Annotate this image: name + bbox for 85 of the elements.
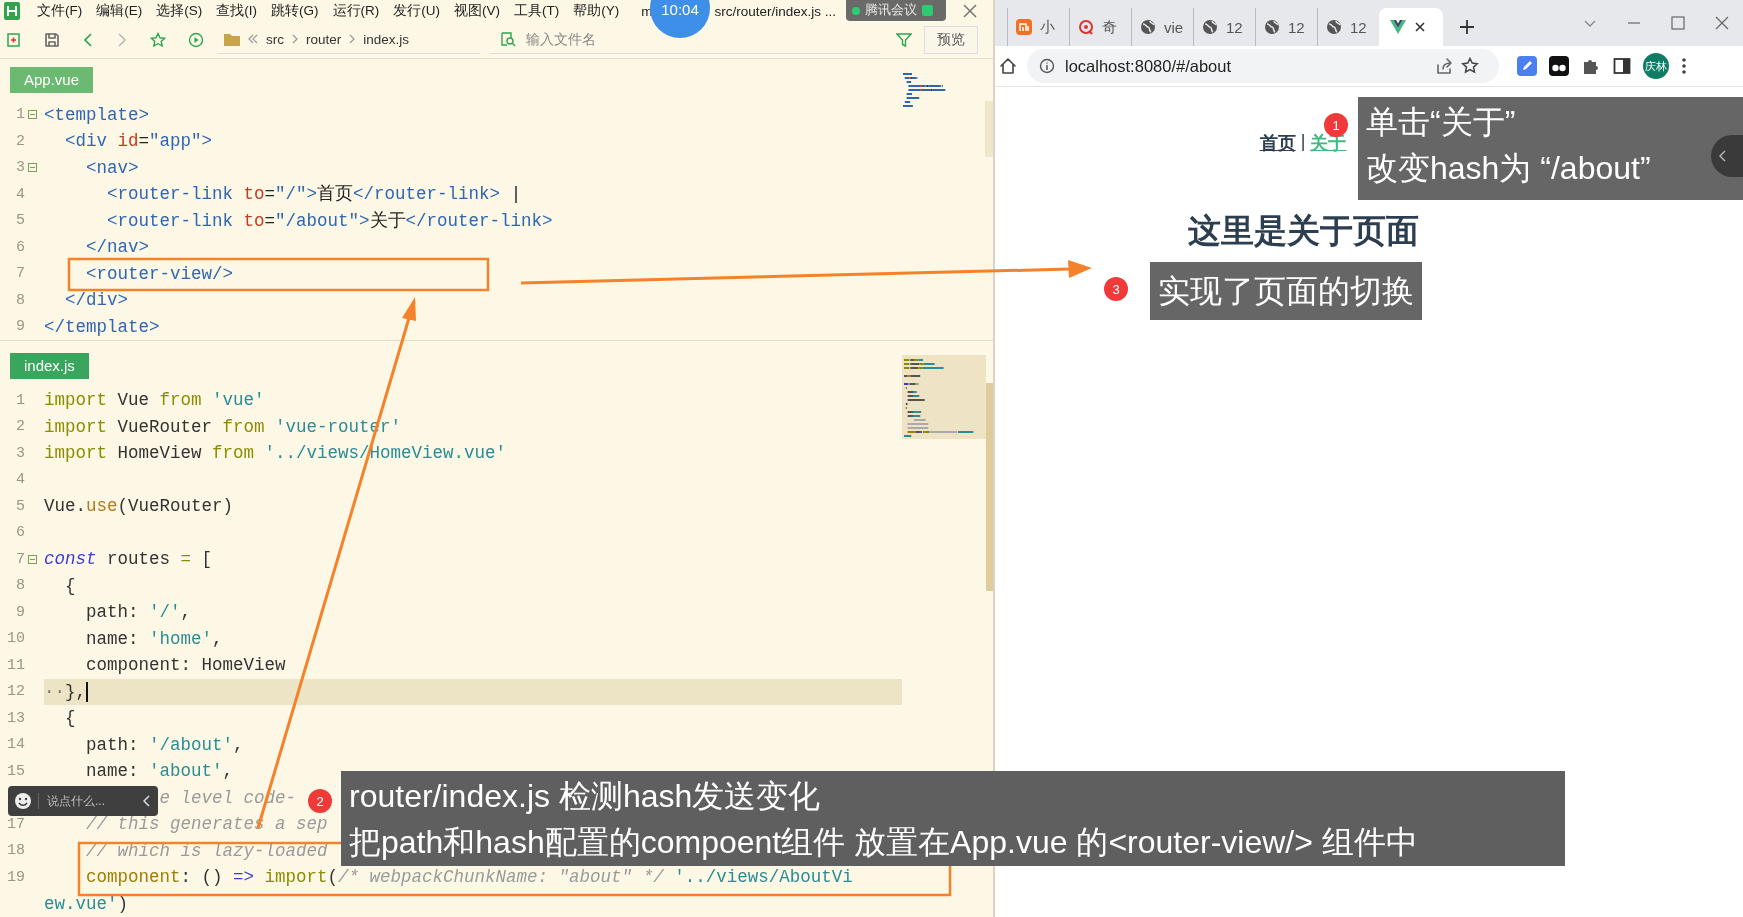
menu-item[interactable]: 编辑(E): [96, 2, 143, 21]
line-number: 7: [15, 550, 25, 568]
code-line: component: () => import(/* webpackChunkName: "about" */ '../views/AboutVi: [86, 866, 853, 889]
code-line: ew.vue'): [44, 892, 129, 916]
menu-item[interactable]: 查找(I): [216, 2, 257, 21]
line-number: 2: [15, 418, 25, 436]
line-number: 9: [15, 603, 25, 621]
address-bar[interactable]: localhost:8080/#/about: [1027, 49, 1499, 83]
profile-avatar[interactable]: 庆林: [1643, 53, 1669, 79]
line-number: 10: [6, 630, 25, 648]
breadcrumb-item[interactable]: router: [306, 31, 342, 47]
caption-text: 单击“关于”: [1366, 103, 1516, 142]
caption-text: 改变hash为 “/about”: [1366, 149, 1651, 188]
menu-item[interactable]: 选择(S): [156, 2, 203, 21]
menu-item[interactable]: 工具(T): [514, 2, 560, 21]
line-number: 3: [15, 444, 25, 462]
step-badge: 3: [1104, 277, 1128, 301]
code-line: <router-link to="/">首页</router-link> |: [107, 183, 522, 206]
nav-separator: |: [1300, 131, 1306, 153]
menu-item[interactable]: 发行(U): [393, 2, 440, 21]
nav-link[interactable]: 首页: [1259, 131, 1296, 155]
chat-bar[interactable]: 说点什么...: [8, 786, 158, 816]
code-line: {: [65, 707, 76, 730]
menu-item[interactable]: 跳转(G): [271, 2, 319, 21]
browser-tab[interactable]: 小: [1007, 8, 1069, 46]
caption-text: 实现了页面的切换: [1158, 272, 1414, 311]
breadcrumb-item[interactable]: index.js: [363, 31, 410, 47]
line-number: 19: [6, 868, 25, 886]
code-line: path: '/about',: [86, 733, 244, 757]
menu-item[interactable]: 运行(R): [332, 2, 380, 21]
line-number: 1: [15, 391, 25, 409]
line-number: 1: [15, 106, 25, 124]
code-line: name: 'about',: [86, 760, 234, 783]
code-line: name: 'home',: [86, 627, 223, 651]
line-number: 14: [6, 736, 25, 754]
code-line: </template>: [44, 315, 160, 339]
line-number: 4: [15, 185, 25, 203]
chat-input[interactable]: 说点什么...: [38, 793, 137, 809]
browser-tab[interactable]: 12: [1255, 8, 1317, 46]
line-number: 9: [15, 318, 25, 336]
code-line: </nav>: [86, 236, 149, 259]
menu-item[interactable]: 文件(F): [37, 2, 83, 21]
page-heading: 这里是关于页面: [1187, 211, 1419, 251]
code-line: </div>: [65, 289, 128, 312]
line-number: 2: [15, 132, 25, 150]
line-number: 18: [6, 842, 25, 860]
code-line: {: [65, 574, 76, 598]
meeting-bar[interactable]: 腾讯会议: [846, 0, 946, 21]
line-number: 8: [15, 291, 25, 309]
code-line: component: HomeView: [86, 654, 286, 677]
line-number: 5: [15, 497, 25, 515]
code-line: <router-view/>: [86, 262, 234, 286]
code-line: // this generates a sep: [86, 813, 328, 836]
line-number: 13: [6, 709, 25, 727]
code-line: path: '/',: [86, 601, 192, 624]
breadcrumb-item[interactable]: src: [266, 31, 284, 47]
code-line: <router-link to="/about">关于</router-link>: [107, 209, 553, 233]
preview-button[interactable]: 预览: [924, 25, 978, 54]
line-number: 3: [15, 159, 25, 177]
caption-text: router/index.js 检测hash发送变化: [349, 777, 821, 816]
code-line: <div id="app">: [65, 130, 213, 153]
code-line: <template>: [44, 103, 150, 127]
line-number: 12: [6, 683, 25, 701]
line-number: 15: [6, 762, 25, 780]
url-input[interactable]: localhost:8080/#/about: [1063, 55, 1427, 77]
line-number: 5: [15, 212, 25, 230]
menu-item[interactable]: 帮助(Y): [573, 2, 620, 21]
line-number: 7: [15, 265, 25, 283]
code-line: Vue.use(VueRouter): [44, 495, 234, 518]
line-number: 6: [15, 524, 25, 542]
file-path: src/router/index.js ...: [714, 3, 837, 19]
code-line: const routes = [: [44, 548, 213, 571]
menu-item[interactable]: 视图(V): [454, 2, 500, 21]
code-line: import Vue from 'vue': [44, 389, 265, 412]
code-line: <nav>: [86, 156, 139, 180]
line-number: 6: [15, 238, 25, 256]
browser-tab[interactable]: vie: [1131, 8, 1193, 46]
line-number: 8: [15, 577, 25, 595]
browser-tab[interactable]: 奇: [1069, 8, 1131, 46]
line-number: 4: [15, 471, 25, 489]
meeting-name: 腾讯会议: [865, 2, 917, 19]
line-number: 11: [6, 656, 25, 674]
browser-tab[interactable]: 12: [1193, 8, 1255, 46]
caption-text: 把path和hash配置的compoent组件 放置在App.vue 的<router-view/> 组件中: [349, 823, 1418, 862]
line-number: 17: [6, 815, 25, 833]
